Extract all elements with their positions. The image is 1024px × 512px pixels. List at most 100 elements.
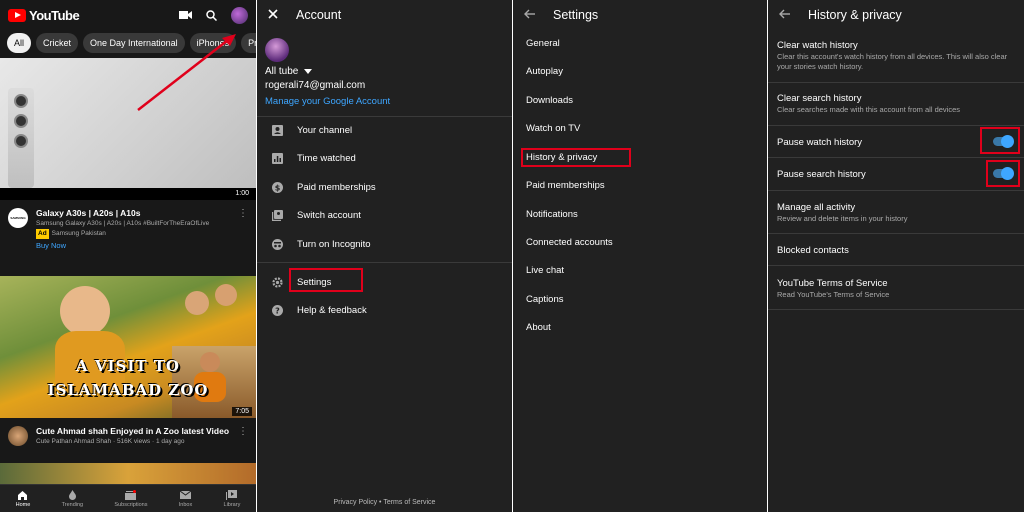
chip-iphones[interactable]: iPhones xyxy=(189,33,237,53)
account-panel: Account All tube rogerali74@gmail.com Ma… xyxy=(257,0,512,512)
person-icon xyxy=(271,124,283,136)
video2-meta: Cute Ahmad shah Enjoyed in A Zoo latest … xyxy=(0,426,256,447)
video2-duration: 7:05 xyxy=(232,407,252,416)
menu-incognito[interactable]: Turn on Incognito xyxy=(257,232,512,256)
history-header: History & privacy xyxy=(768,0,1024,30)
kid-face-image xyxy=(60,286,110,336)
blocked-contacts[interactable]: Blocked contacts xyxy=(777,244,1016,257)
gear-icon xyxy=(271,276,283,288)
back-arrow-icon[interactable] xyxy=(779,8,790,22)
chip-odi[interactable]: One Day International xyxy=(83,33,185,53)
settings-item-captions[interactable]: Captions xyxy=(526,294,564,305)
search-icon[interactable] xyxy=(206,9,217,21)
bar-chart-icon xyxy=(271,152,283,164)
nav-subscriptions[interactable]: Subscriptions xyxy=(114,489,147,508)
settings-item-notifications[interactable]: Notifications xyxy=(526,209,578,220)
youtube-logo[interactable]: YouTube xyxy=(8,7,80,23)
home-panel: YouTube All Cricket One Day Internationa… xyxy=(0,0,256,512)
video1-title[interactable]: Galaxy A30s | A20s | A10s xyxy=(36,208,230,219)
video1-duration: 1:00 xyxy=(232,189,252,198)
chip-cricket[interactable]: Cricket xyxy=(36,33,79,53)
video2-title[interactable]: Cute Ahmad shah Enjoyed in A Zoo latest … xyxy=(36,426,230,437)
video1-thumbnail[interactable]: 1:00 xyxy=(0,58,256,200)
footer-links[interactable]: Privacy Policy • Terms of Service xyxy=(257,499,512,506)
account-avatar-icon[interactable] xyxy=(231,6,248,24)
chip-all[interactable]: All xyxy=(7,33,32,53)
account-avatar xyxy=(265,38,289,62)
history-privacy-panel: History & privacy Clear watch history Cl… xyxy=(768,0,1024,512)
video3-thumbnail[interactable] xyxy=(0,463,256,485)
video1-subtitle: Samsung Galaxy A30s | A20s | A10s #Built… xyxy=(36,220,210,227)
dollar-icon: $ xyxy=(271,181,283,193)
manage-all-activity[interactable]: Manage all activity Review and delete it… xyxy=(777,201,1016,224)
nav-trending[interactable]: Trending xyxy=(62,489,83,508)
home-icon xyxy=(18,490,28,500)
logo-text: YouTube xyxy=(29,7,80,23)
video2-thumbnail[interactable]: A VISIT TO ISLAMABAD ZOO 7:05 xyxy=(0,276,256,418)
filter-chips: All Cricket One Day International iPhone… xyxy=(0,30,256,56)
settings-item-autoplay[interactable]: Autoplay xyxy=(526,66,563,77)
settings-item-history-privacy[interactable]: History & privacy xyxy=(526,152,597,163)
settings-item-live-chat[interactable]: Live chat xyxy=(526,265,564,276)
pause-search-history-toggle[interactable] xyxy=(993,167,1014,180)
top-bar: YouTube xyxy=(0,0,256,30)
thumbnail-title-text: A VISIT TO ISLAMABAD ZOO xyxy=(47,357,209,399)
account-header: Account xyxy=(257,0,512,30)
samsung-avatar[interactable]: SAMSUNG xyxy=(8,208,28,228)
youtube-terms-of-service[interactable]: YouTube Terms of Service Read YouTube's … xyxy=(777,277,1016,300)
settings-title: Settings xyxy=(553,8,599,22)
video2-more-icon[interactable]: ⋮ xyxy=(238,426,248,447)
menu-help-feedback[interactable]: ? Help & feedback xyxy=(257,298,512,322)
back-arrow-icon[interactable] xyxy=(524,8,535,22)
settings-panel: Settings General Autoplay Downloads Watc… xyxy=(513,0,767,512)
dropdown-arrow-icon xyxy=(304,66,313,77)
phone-camera-image xyxy=(8,88,34,188)
settings-item-connected-accounts[interactable]: Connected accounts xyxy=(526,237,613,248)
menu-paid-memberships[interactable]: $ Paid memberships xyxy=(257,175,512,199)
account-email: rogerali74@gmail.com xyxy=(265,80,366,91)
ad-badge: Ad xyxy=(36,229,49,239)
pause-watch-history-toggle[interactable] xyxy=(993,135,1014,148)
clear-search-history[interactable]: Clear search history Clear searches made… xyxy=(777,92,1016,115)
svg-text:$: $ xyxy=(274,183,280,192)
inbox-icon xyxy=(179,490,191,499)
menu-settings[interactable]: Settings xyxy=(257,270,512,294)
video2-meta-text: Cute Pathan Ahmad Shah · 516K views · 1 … xyxy=(36,438,185,445)
menu-switch-account[interactable]: Switch account xyxy=(257,203,512,227)
channel-avatar[interactable] xyxy=(8,426,28,446)
subscriptions-icon xyxy=(125,489,137,500)
incognito-icon xyxy=(271,238,283,250)
account-title: Account xyxy=(296,8,342,22)
history-title: History & privacy xyxy=(808,8,902,22)
menu-time-watched[interactable]: Time watched xyxy=(257,146,512,170)
clear-watch-history[interactable]: Clear watch history Clear this account's… xyxy=(777,39,1016,72)
pause-search-history-row: Pause search history xyxy=(777,169,866,180)
nav-home[interactable]: Home xyxy=(16,490,30,508)
settings-header: Settings xyxy=(513,0,767,30)
nav-inbox[interactable]: Inbox xyxy=(179,490,192,508)
buy-now-link[interactable]: Buy Now xyxy=(36,241,230,250)
library-icon xyxy=(226,489,238,500)
advertiser-name: Samsung Pakistan xyxy=(51,230,106,237)
pause-watch-history-row: Pause watch history xyxy=(777,137,863,148)
settings-item-watch-on-tv[interactable]: Watch on TV xyxy=(526,123,580,134)
video1-more-icon[interactable]: ⋮ xyxy=(238,208,248,250)
settings-item-paid-memberships[interactable]: Paid memberships xyxy=(526,180,605,191)
settings-item-general[interactable]: General xyxy=(526,38,560,49)
account-name-switcher[interactable]: All tube xyxy=(265,66,313,77)
settings-item-about[interactable]: About xyxy=(526,322,551,333)
svg-text:?: ? xyxy=(275,306,280,315)
cast-icon[interactable] xyxy=(179,10,192,20)
video1-meta: SAMSUNG Galaxy A30s | A20s | A10s Samsun… xyxy=(0,208,256,250)
menu-your-channel[interactable]: Your channel xyxy=(257,118,512,142)
manage-google-account-link[interactable]: Manage your Google Account xyxy=(265,96,390,107)
nav-library[interactable]: Library xyxy=(224,489,240,508)
bottom-nav: Home Trending Subscriptions Inbox Librar… xyxy=(0,484,256,512)
youtube-play-icon xyxy=(8,8,26,22)
flame-icon xyxy=(68,489,76,500)
close-icon[interactable] xyxy=(268,8,278,22)
help-icon: ? xyxy=(271,304,283,316)
settings-item-downloads[interactable]: Downloads xyxy=(526,95,573,106)
chip-profe[interactable]: Profe xyxy=(241,33,256,53)
switch-account-icon xyxy=(271,209,283,221)
